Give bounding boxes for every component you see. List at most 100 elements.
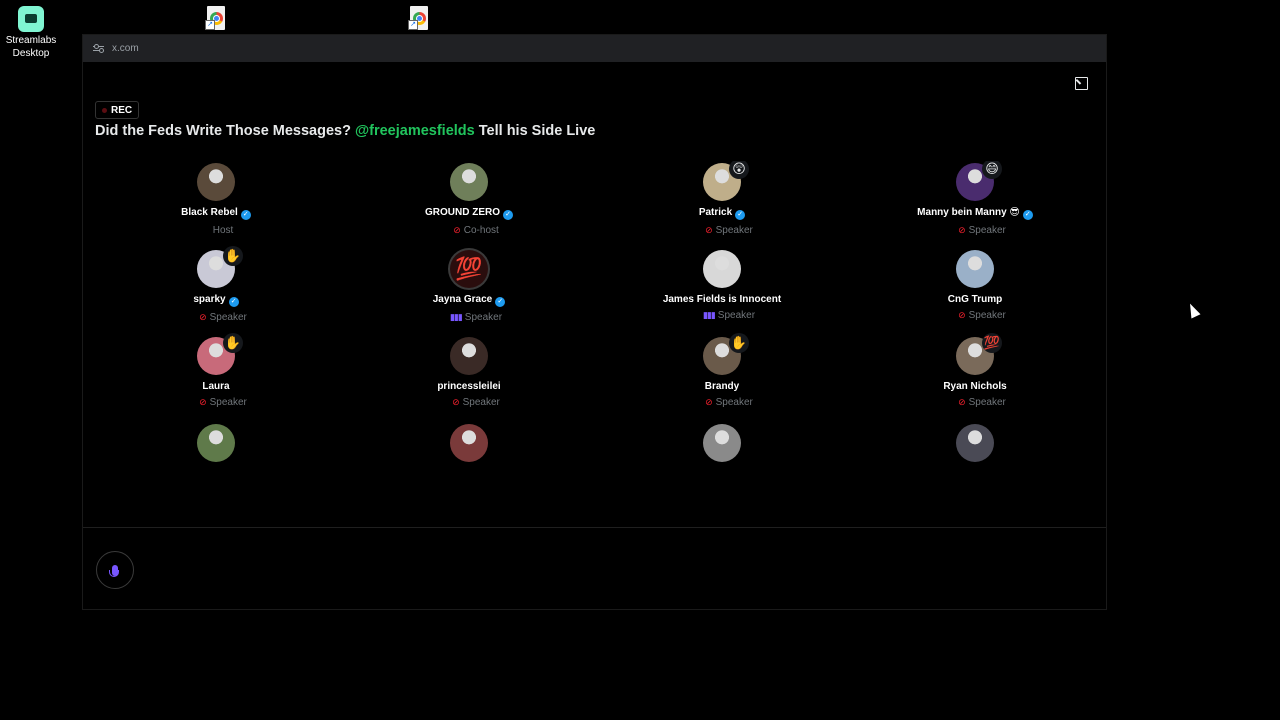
reaction-badge: ✋ <box>223 333 243 353</box>
url-text: x.com <box>112 43 139 54</box>
avatar[interactable] <box>450 163 488 201</box>
streamlabs-label: Streamlabs Desktop <box>5 35 57 59</box>
avatar[interactable]: ✋ <box>703 333 749 375</box>
participant-card[interactable]: ✋ Laura ⊘ Speaker <box>116 333 316 408</box>
participant-name-text: Patrick <box>698 207 733 218</box>
verified-badge-icon: ✓ <box>1022 210 1033 220</box>
participant-card[interactable]: princessleilei ⊘ Speaker <box>369 337 569 408</box>
space-popup-window: x.com REC Did the Feds Write Those Messa… <box>82 34 1107 610</box>
participant-name-text: CnG Trump <box>947 294 1003 305</box>
site-settings-icon[interactable] <box>93 44 104 53</box>
verified-badge-icon: ✓ <box>735 210 746 220</box>
avatar[interactable] <box>197 163 235 201</box>
participant-card[interactable] <box>369 424 569 467</box>
muted-mic-icon: ⊘ <box>705 225 713 235</box>
rec-badge: REC <box>95 101 140 119</box>
participant-name: Jayna Grace ✓ <box>369 294 569 307</box>
expand-icon[interactable] <box>1075 77 1088 90</box>
participant-name-text: GROUND ZERO <box>425 207 500 218</box>
participant-name: Manny bein Manny 😎 ✓ <box>875 207 1075 220</box>
avatar[interactable]: 😲 <box>703 161 749 201</box>
participant-name: GROUND ZERO ✓ <box>369 207 569 220</box>
participant-card[interactable]: 😲 Patrick ✓ ⊘ Speaker <box>622 161 822 236</box>
participant-role: ⊘ Co-host <box>369 225 569 236</box>
reaction-badge: 😄 <box>982 161 1002 179</box>
avatar[interactable]: ✋ <box>197 333 243 375</box>
participant-card[interactable] <box>875 424 1075 467</box>
participant-role: Host <box>116 225 316 236</box>
muted-mic-icon: ⊘ <box>958 397 966 407</box>
participant-name: CnG Trump <box>875 294 1075 305</box>
participant-name-text: Manny bein Manny 😎 <box>917 207 1020 218</box>
participant-role-text: Co-host <box>463 225 499 236</box>
avatar[interactable]: 💯 <box>956 333 1002 375</box>
muted-mic-icon: ⊘ <box>199 397 207 407</box>
participant-card[interactable]: GROUND ZERO ✓ ⊘ Co-host <box>369 163 569 236</box>
verified-badge-icon: ✓ <box>503 210 513 220</box>
participant-card[interactable]: CnG Trump ⊘ Speaker <box>875 250 1075 321</box>
verified-badge-icon: ✓ <box>228 297 239 307</box>
participant-name-text: Jayna Grace <box>432 294 493 305</box>
avatar[interactable] <box>450 424 488 462</box>
participants-grid[interactable]: Black Rebel ✓ Host GROUND ZERO ✓ ⊘ Co-host 😲 Pat… <box>83 161 1108 467</box>
avatar[interactable] <box>197 424 235 462</box>
title-prefix: Did the Feds Write Those Messages? <box>95 123 355 139</box>
participant-card[interactable]: ✋ Brandy ⊘ Speaker <box>622 333 822 408</box>
muted-mic-icon: ⊘ <box>705 397 713 407</box>
participant-card[interactable]: 💯 Jayna Grace ✓ ▮▮▮ Speaker <box>369 250 569 323</box>
participant-role: ⊘ Speaker <box>875 225 1075 236</box>
participant-card[interactable]: James Fields is Innocent ▮▮▮ Speaker <box>622 250 822 321</box>
participant-name-text: Black Rebel <box>181 207 238 218</box>
participant-card[interactable]: 😄 Manny bein Manny 😎 ✓ ⊘ Speaker <box>875 161 1075 236</box>
participant-card[interactable] <box>622 424 822 467</box>
participant-name: Patrick ✓ <box>622 207 822 220</box>
participant-role-text: Speaker <box>968 397 1006 408</box>
muted-mic-icon: ⊘ <box>453 225 461 235</box>
title-mention-link[interactable]: @freejamesfields <box>355 123 475 139</box>
muted-mic-icon: ⊘ <box>452 397 460 407</box>
participant-card[interactable]: 💯 Ryan Nichols ⊘ Speaker <box>875 333 1075 408</box>
participant-role: ⊘ Speaker <box>622 225 822 236</box>
participant-card[interactable]: Black Rebel ✓ Host <box>116 163 316 236</box>
avatar[interactable] <box>703 250 741 288</box>
verified-badge-icon: ✓ <box>495 297 506 307</box>
participant-role-text: Speaker <box>717 310 756 321</box>
chrome-shortcut-2[interactable]: ↗ <box>407 6 431 32</box>
microphone-button[interactable] <box>96 551 134 589</box>
participant-name-text: princessleilei <box>437 381 501 392</box>
streamlabs-desktop-shortcut[interactable]: Streamlabs Desktop <box>4 6 58 60</box>
participant-role-text: Speaker <box>715 397 753 408</box>
chrome-shortcut-icon: ↗ <box>205 6 227 30</box>
participant-name: Ryan Nichols <box>875 381 1075 392</box>
participant-role: ⊘ Speaker <box>875 397 1075 408</box>
participant-name-text: Laura <box>202 381 230 392</box>
avatar[interactable]: 💯 <box>450 250 488 288</box>
muted-mic-icon: ⊘ <box>199 312 207 322</box>
participant-role-text: Speaker <box>968 225 1006 236</box>
participant-role-text: Host <box>212 225 234 236</box>
chrome-shortcut-icon: ↗ <box>408 6 430 30</box>
rec-dot-icon <box>102 107 107 113</box>
avatar[interactable] <box>956 250 994 288</box>
participant-name-text: Brandy <box>704 381 740 392</box>
avatar[interactable] <box>450 337 488 375</box>
participant-role: ⊘ Speaker <box>116 397 316 408</box>
participant-name: James Fields is Innocent <box>622 294 822 305</box>
avatar[interactable] <box>956 424 994 462</box>
participant-card[interactable]: ✋ sparky ✓ ⊘ Speaker <box>116 246 316 323</box>
speaking-bars-icon: ▮▮▮ <box>449 312 463 322</box>
reaction-badge: 💯 <box>982 333 1002 353</box>
participant-name: Black Rebel ✓ <box>116 207 316 220</box>
participant-name-text: James Fields is Innocent <box>662 294 782 305</box>
muted-mic-icon: ⊘ <box>958 310 966 320</box>
avatar[interactable] <box>703 424 741 462</box>
avatar[interactable]: 😄 <box>956 161 1002 201</box>
chrome-shortcut-1[interactable]: ↗ <box>204 6 228 32</box>
participant-name-text: sparky <box>193 294 226 305</box>
participant-role-text: Speaker <box>968 310 1006 321</box>
muted-mic-icon: ⊘ <box>958 225 966 235</box>
avatar[interactable]: ✋ <box>197 246 243 288</box>
rec-label: REC <box>111 104 133 116</box>
address-bar[interactable]: x.com <box>83 35 1106 62</box>
participant-card[interactable] <box>116 424 316 467</box>
